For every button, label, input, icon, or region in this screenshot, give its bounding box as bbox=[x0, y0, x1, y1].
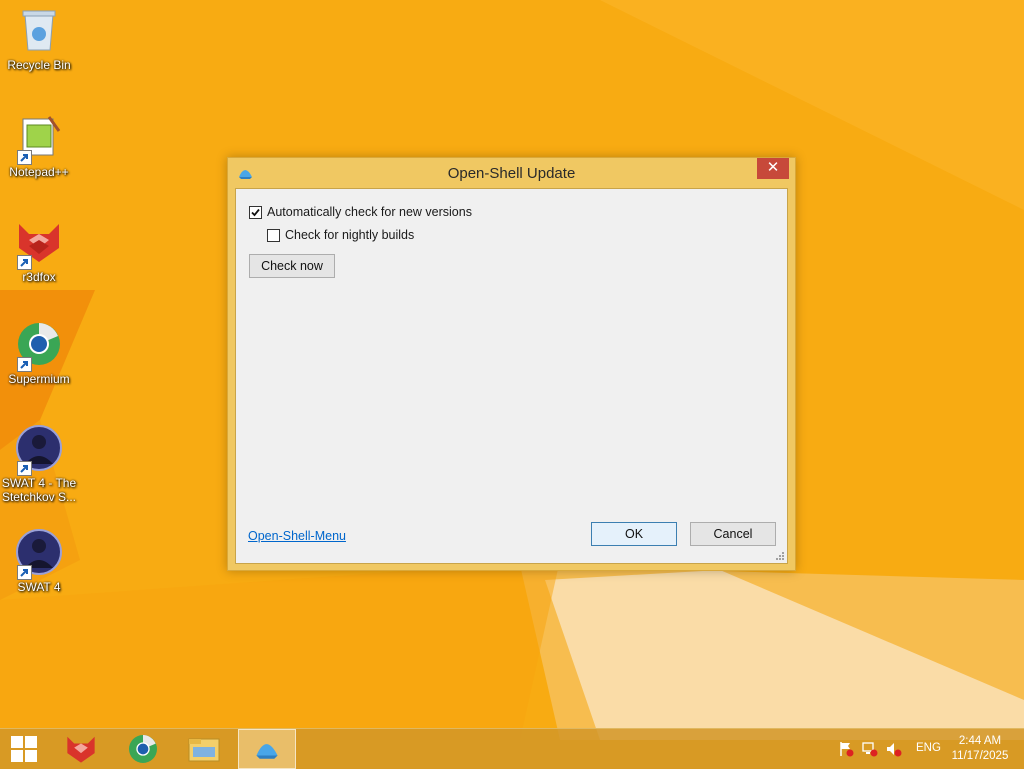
r3dfox-icon bbox=[15, 218, 63, 270]
ok-button[interactable]: OK bbox=[591, 522, 677, 546]
nightly-builds-option[interactable]: Check for nightly builds bbox=[267, 228, 414, 242]
auto-check-option[interactable]: Automatically check for new versions bbox=[249, 205, 472, 219]
taskbar-open-shell[interactable] bbox=[238, 729, 296, 769]
open-shell-update-dialog: Open-Shell Update ✕ Automatically check … bbox=[227, 157, 796, 571]
desktop-icon-label: Supermium bbox=[8, 372, 70, 386]
desktop-icon-supermium[interactable]: Supermium bbox=[1, 320, 77, 386]
recycle-bin-icon bbox=[15, 6, 63, 54]
shortcut-arrow-icon bbox=[17, 255, 32, 270]
auto-check-label: Automatically check for new versions bbox=[267, 205, 472, 219]
start-button[interactable] bbox=[0, 729, 48, 769]
shortcut-arrow-icon bbox=[17, 150, 32, 165]
r3dfox-icon bbox=[67, 736, 95, 763]
desktop-icon-recycle-bin[interactable]: Recycle Bin bbox=[1, 6, 77, 72]
action-center-flag-icon[interactable] bbox=[838, 741, 854, 757]
auto-check-checkbox[interactable] bbox=[249, 205, 262, 219]
taskbar: ENG 2:44 AM 11/17/2025 bbox=[0, 728, 1024, 769]
shortcut-arrow-icon bbox=[17, 357, 32, 372]
taskbar-supermium[interactable] bbox=[115, 729, 171, 769]
close-button[interactable]: ✕ bbox=[757, 158, 789, 179]
desktop-icon-label: r3dfox bbox=[22, 270, 56, 284]
volume-muted-icon[interactable] bbox=[886, 741, 902, 757]
desktop-icon-r3dfox[interactable]: r3dfox bbox=[1, 218, 77, 284]
supermium-icon bbox=[129, 735, 157, 763]
open-shell-menu-link[interactable]: Open-Shell-Menu bbox=[248, 529, 346, 543]
nightly-builds-checkbox[interactable] bbox=[267, 228, 280, 242]
file-explorer-icon bbox=[188, 738, 220, 762]
desktop-icon-label: Recycle Bin bbox=[7, 58, 71, 72]
clock-time: 2:44 AM bbox=[958, 735, 1002, 747]
desktop-icon-label: SWAT 4 bbox=[17, 580, 61, 594]
swat4-stetchkov-icon bbox=[15, 424, 63, 476]
supermium-icon bbox=[15, 320, 63, 372]
taskbar-file-explorer[interactable] bbox=[176, 729, 232, 769]
check-now-button[interactable]: Check now bbox=[249, 254, 335, 278]
system-clock[interactable]: 2:44 AM 11/17/2025 bbox=[950, 734, 1010, 764]
resize-grip-icon[interactable] bbox=[775, 551, 785, 561]
start-icon bbox=[11, 736, 37, 762]
desktop-icon-swat4-stetchkov[interactable]: SWAT 4 - The Stetchkov S... bbox=[1, 424, 77, 504]
checkmark-icon bbox=[251, 208, 260, 216]
dialog-title: Open-Shell Update bbox=[447, 165, 576, 182]
open-shell-icon bbox=[256, 744, 278, 759]
input-language-indicator[interactable]: ENG bbox=[916, 742, 941, 754]
network-icon[interactable] bbox=[862, 741, 878, 757]
shortcut-arrow-icon bbox=[17, 565, 32, 580]
desktop-icon-notepad-plus-plus[interactable]: Notepad++ bbox=[1, 113, 77, 179]
notepad-plus-plus-icon bbox=[15, 113, 63, 165]
desktop-icon-label: SWAT 4 - The Stetchkov S... bbox=[1, 476, 77, 504]
desktop-icon-swat4[interactable]: SWAT 4 bbox=[1, 528, 77, 594]
dialog-titlebar[interactable]: Open-Shell Update ✕ bbox=[228, 158, 795, 188]
taskbar-r3dfox[interactable] bbox=[53, 729, 109, 769]
clock-date: 11/17/2025 bbox=[951, 750, 1009, 762]
desktop-icon-label: Notepad++ bbox=[9, 165, 69, 179]
nightly-builds-label: Check for nightly builds bbox=[285, 228, 415, 242]
dialog-client-area: Automatically check for new versions Che… bbox=[235, 188, 788, 564]
swat4-icon bbox=[15, 528, 63, 580]
shortcut-arrow-icon bbox=[17, 461, 32, 476]
cancel-button[interactable]: Cancel bbox=[690, 522, 776, 546]
